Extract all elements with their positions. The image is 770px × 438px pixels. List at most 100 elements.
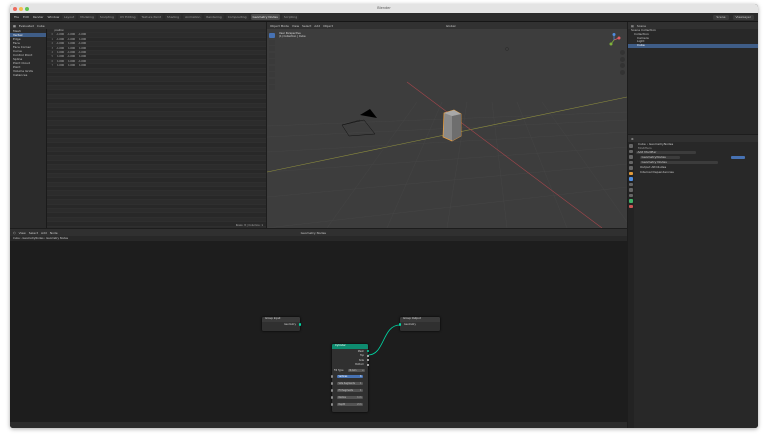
menu-file[interactable]: File: [14, 15, 19, 19]
table-cell: 6: [51, 59, 53, 63]
cylinder-input-socket[interactable]: [330, 403, 334, 406]
cylinder-field[interactable]: Side Segments 1: [337, 382, 363, 385]
modifier-tab-icon[interactable]: [629, 177, 633, 181]
outliner-item[interactable]: Cube: [628, 43, 758, 48]
node-menu-view[interactable]: View: [19, 231, 26, 235]
object-tab-icon[interactable]: [629, 171, 633, 175]
render-tab-icon[interactable]: [629, 149, 633, 153]
viewport-menu-select[interactable]: Select: [302, 24, 311, 28]
cylinder-bottom-socket[interactable]: [366, 363, 370, 366]
spreadsheet-evaluated-toggle[interactable]: Evaluated: [19, 24, 34, 28]
menu-window[interactable]: Window: [48, 15, 60, 19]
constraints-tab-icon[interactable]: [629, 193, 633, 197]
editor-type-icon[interactable]: ▦: [13, 24, 16, 28]
outliner-filter-icon[interactable]: ▤: [631, 24, 634, 28]
group-output-title: Group Output: [400, 317, 440, 322]
internal-dependencies-panel[interactable]: Internal Dependencies: [636, 170, 756, 174]
tool-tab-icon[interactable]: [629, 144, 633, 148]
zoom-icon[interactable]: [620, 50, 625, 55]
scene-selector[interactable]: Scene: [713, 14, 729, 20]
workspace-tab-layout[interactable]: Layout: [62, 14, 77, 20]
cylinder-field[interactable]: Depth 2 m: [337, 403, 363, 406]
fill-type-dropdown[interactable]: N-Gon ▾: [348, 369, 365, 372]
workspace-tab-uv-editing[interactable]: UV Editing: [117, 14, 138, 20]
node-menu-select[interactable]: Select: [29, 231, 38, 235]
measure-tool[interactable]: [269, 78, 275, 84]
workspace-tab-scripting[interactable]: Scripting: [281, 14, 300, 20]
cylinder-mesh[interactable]: [442, 109, 462, 142]
workspace-tab-sculpting[interactable]: Sculpting: [97, 14, 116, 20]
cylinder-field[interactable]: Fill Segments 1: [337, 389, 363, 392]
group-input-node[interactable]: Group Input Geometry: [262, 317, 302, 331]
select-box-tool[interactable]: [269, 33, 275, 38]
spreadsheet-header: ▦ Evaluated Cube: [10, 22, 266, 29]
material-tab-icon[interactable]: [629, 204, 633, 208]
world-tab-icon[interactable]: [629, 166, 633, 170]
3d-viewport[interactable]: Object Mode View Select Add Object Globa…: [267, 22, 627, 228]
cylinder-field[interactable]: Radius 1 m: [337, 396, 363, 399]
viewport-menu-object[interactable]: Object: [323, 24, 333, 28]
camera-view-icon[interactable]: [620, 63, 625, 68]
node-editor-type-icon[interactable]: ⬡: [13, 231, 16, 235]
table-cell: 1.000: [68, 42, 75, 46]
node-menu-add[interactable]: Add: [41, 231, 47, 235]
viewport-mode-selector[interactable]: Object Mode: [270, 24, 289, 28]
add-modifier-button[interactable]: Add Modifier: [636, 150, 696, 155]
cursor-tool[interactable]: [269, 39, 275, 45]
workspace-tab-animation[interactable]: Animation: [183, 14, 203, 20]
workspace-tab-shading[interactable]: Shading: [164, 14, 182, 20]
cylinder-input-socket[interactable]: [330, 396, 334, 399]
physics-tab-icon[interactable]: [629, 188, 633, 192]
data-tab-icon[interactable]: [629, 199, 633, 203]
table-cell: 1.000: [57, 50, 64, 54]
group-output-node[interactable]: Group Output Geometry: [398, 317, 440, 331]
node-editor-header: ⬡ View Select Add Node Geometry Nodes: [10, 229, 627, 236]
properties-editor-icon[interactable]: ⚙: [631, 137, 634, 141]
cylinder-input-socket[interactable]: [330, 375, 334, 378]
cylinder-node[interactable]: Cylinder Mesh Top Side Bottom Fill Type …: [330, 344, 370, 412]
cylinder-top-socket[interactable]: [366, 354, 370, 357]
viewport-menu-view[interactable]: View: [292, 24, 299, 28]
spreadsheet-domain-list: Mesh Vertex Edge Face Face Corner Curve Contro…: [10, 29, 47, 228]
workspace-tab-texture-paint[interactable]: Texture Paint: [139, 14, 163, 20]
scene-tab-icon[interactable]: [629, 160, 633, 164]
output-tab-icon[interactable]: [629, 155, 633, 159]
table-cell: -1.000: [78, 50, 86, 54]
node-canvas[interactable]: Group Input Geometry Group Output Geomet…: [10, 241, 627, 422]
add-cube-tool[interactable]: [269, 85, 275, 90]
pan-hand-icon[interactable]: [620, 56, 625, 62]
menu-render[interactable]: Render: [33, 15, 44, 19]
transform-orientation-selector[interactable]: Global: [446, 24, 456, 28]
workspace-tab-rendering[interactable]: Rendering: [204, 14, 224, 20]
annotate-tool[interactable]: [269, 72, 275, 77]
domain-item[interactable]: Instances: [10, 73, 46, 77]
view-layer-selector[interactable]: ViewLayer: [732, 14, 754, 20]
cylinder-input-socket[interactable]: [330, 389, 334, 392]
particles-tab-icon[interactable]: [629, 182, 633, 186]
workspace-tab-modeling[interactable]: Modeling: [78, 14, 96, 20]
modifier-name-field[interactable]: GeometryNodes: [640, 155, 680, 160]
table-cell: 1.000: [68, 64, 75, 68]
transform-tool[interactable]: [269, 65, 275, 71]
scale-tool[interactable]: [269, 59, 275, 64]
workspace-tab-compositing[interactable]: Compositing: [225, 14, 249, 20]
viewport-header: Object Mode View Select Add Object Globa…: [267, 22, 627, 29]
node-group-selector[interactable]: Geometry Nodes: [640, 160, 718, 165]
cylinder-field[interactable]: Vertices 6: [337, 375, 363, 378]
modifier-visibility-toggles[interactable]: [731, 155, 745, 160]
group-output-geometry-socket[interactable]: [398, 323, 402, 326]
cylinder-input-socket[interactable]: [330, 382, 334, 385]
rotate-tool[interactable]: [269, 52, 275, 58]
node-menu-node[interactable]: Node: [50, 231, 58, 235]
viewport-menu-add[interactable]: Add: [314, 24, 320, 28]
workspace-tab-geometry-nodes[interactable]: Geometry Nodes: [250, 14, 280, 20]
grid-icon[interactable]: [620, 69, 625, 75]
empty-row: [47, 226, 266, 228]
camera-object[interactable]: [360, 109, 377, 118]
menu-edit[interactable]: Edit: [23, 15, 29, 19]
group-input-geometry-socket[interactable]: [298, 323, 302, 326]
move-tool[interactable]: [269, 46, 275, 51]
node-tree-selector[interactable]: Geometry Nodes: [301, 231, 326, 235]
navigation-gizmo[interactable]: [607, 33, 621, 47]
viewport-toolbar: [269, 33, 275, 90]
